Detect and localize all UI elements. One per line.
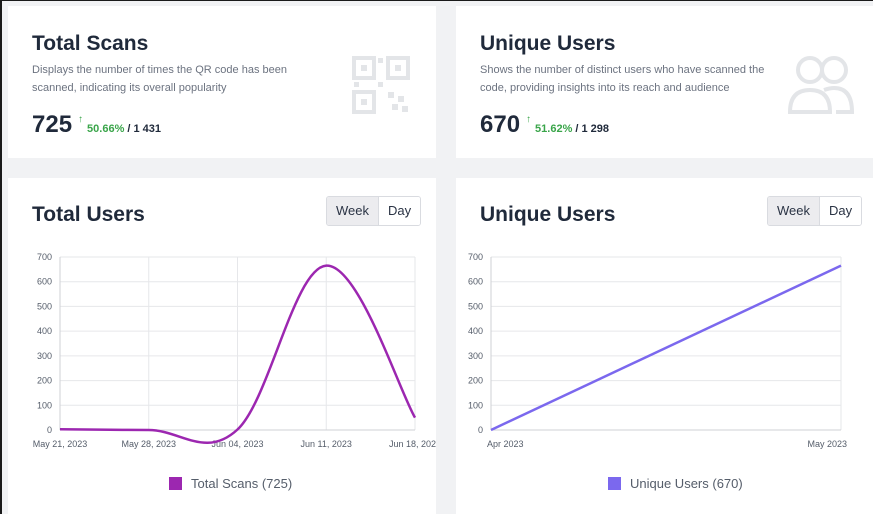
x-tick-label: Jun 11, 2023 — [301, 439, 352, 449]
legend-swatch — [169, 477, 182, 490]
y-tick-label: 600 — [468, 277, 483, 287]
y-tick-label: 300 — [37, 351, 52, 361]
total-scans-change: 50.66% — [87, 123, 125, 135]
y-tick-label: 700 — [37, 252, 52, 262]
y-tick-label: 100 — [468, 400, 483, 410]
total-scans-value: 725 — [32, 111, 73, 138]
total-scans-total: / 1 431 — [127, 123, 161, 135]
y-tick-label: 200 — [37, 376, 52, 386]
y-tick-label: 0 — [47, 425, 52, 435]
x-tick-label: May 21, 2023 — [33, 439, 88, 449]
y-tick-label: 100 — [37, 400, 52, 410]
chart-legend[interactable]: Total Scans (725) — [169, 476, 292, 491]
y-tick-label: 200 — [468, 376, 483, 386]
y-tick-label: 0 — [478, 425, 483, 435]
unique-users-value-row: 670 ↑ 51.62% / 1 298 — [480, 113, 609, 137]
arrow-up-icon: ↑ — [78, 114, 84, 125]
total-scans-value-row: 725 ↑ 50.66% / 1 431 — [32, 113, 161, 137]
unique-users-change: 51.62% — [535, 123, 573, 135]
total-users-chart-card: Total Users Week Day 0 100 200 300 400 500 600… — [8, 178, 436, 514]
x-tick-label: May 2023 — [807, 439, 847, 449]
y-tick-label: 500 — [468, 301, 483, 311]
qr-code-icon — [352, 56, 410, 114]
y-tick-label: 500 — [37, 301, 52, 311]
unique-users-description: Shows the number of distinct users who h… — [480, 64, 765, 94]
unique-users-chart-card: Unique Users Week Day 0 100 200 300 400 500 60… — [456, 178, 873, 514]
legend-label: Unique Users (670) — [630, 476, 743, 491]
total-scans-card: Total Scans Displays the number of times… — [8, 6, 436, 158]
x-tick-label: Apr 2023 — [487, 439, 524, 449]
unique-users-line-chart: 0 100 200 300 400 500 600 700 Apr 2023 May 2023 — [468, 252, 847, 449]
legend-swatch — [608, 477, 621, 490]
users-icon — [787, 56, 855, 114]
y-tick-label: 700 — [468, 252, 483, 262]
total-users-line-chart: 0 100 200 300 400 500 600 700 May 21, 2023 May 28… — [33, 252, 436, 449]
x-tick-label: Jun 18, 2023 — [389, 439, 436, 449]
unique-users-card: Unique Users Shows the number of distinc… — [456, 6, 873, 158]
y-tick-label: 600 — [37, 277, 52, 287]
chart-legend[interactable]: Unique Users (670) — [608, 476, 743, 491]
y-tick-label: 300 — [468, 351, 483, 361]
unique-users-value: 670 — [480, 111, 521, 138]
y-tick-label: 400 — [37, 326, 52, 336]
total-scans-description: Displays the number of times the QR code… — [32, 64, 287, 94]
unique-users-title: Unique Users — [480, 32, 616, 55]
y-tick-label: 400 — [468, 326, 483, 336]
unique-users-total: / 1 298 — [575, 123, 609, 135]
total-scans-title: Total Scans — [32, 32, 149, 55]
arrow-up-icon: ↑ — [526, 114, 532, 125]
x-tick-label: May 28, 2023 — [121, 439, 176, 449]
legend-label: Total Scans (725) — [191, 476, 293, 491]
